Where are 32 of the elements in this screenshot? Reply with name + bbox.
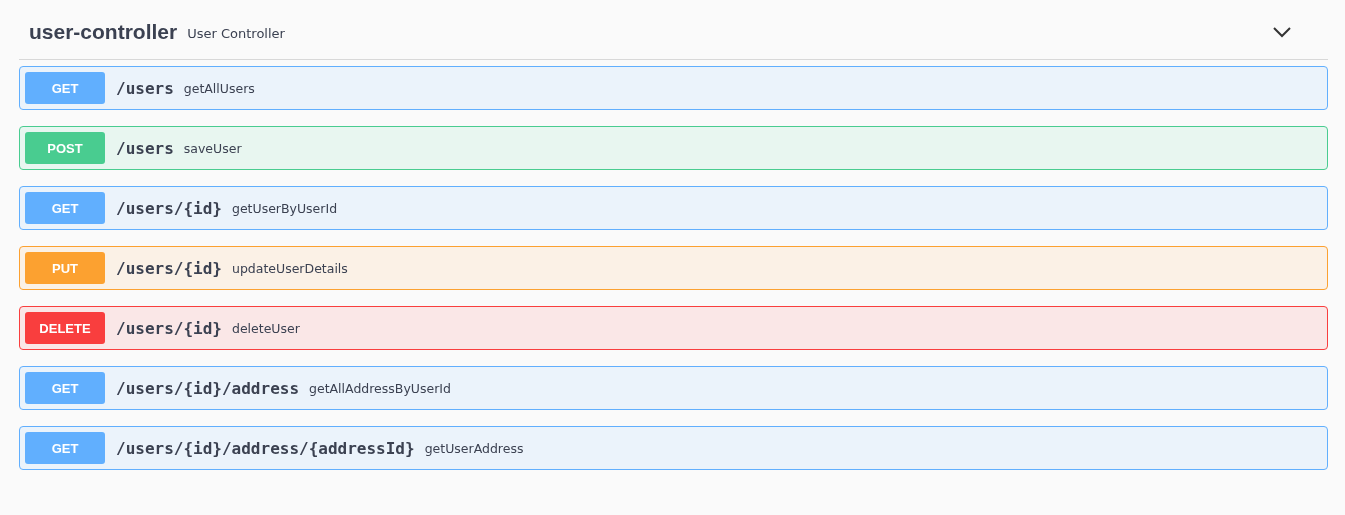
method-badge: PUT [25,252,105,284]
operation-summary: getUserAddress [424,440,524,456]
operation-row[interactable]: PUT /users/{id} updateUserDetails [19,246,1328,290]
operation-summary: getUserByUserId [231,200,338,216]
operation-summary: getAllUsers [183,80,255,96]
operation-row[interactable]: GET /users/{id}/address/{addressId} getUserAddress [19,426,1328,470]
operation-row[interactable]: GET /users/{id} getUserByUserId [19,186,1328,230]
operation-row[interactable]: POST /users saveUser [19,126,1328,170]
method-badge: POST [25,132,105,164]
operation-row[interactable]: GET /users/{id}/address getAllAddressByUserId [19,366,1328,410]
operation-summary: updateUserDetails [231,260,348,276]
endpoint-path: /users [116,78,174,98]
method-badge: DELETE [25,312,105,344]
tag-description: User Controller [187,25,285,41]
endpoint-path: /users/{id}/address/{addressId} [116,438,415,458]
operation-summary: saveUser [183,140,242,156]
chevron-icon[interactable] [1272,25,1292,38]
operation-row[interactable]: GET /users getAllUsers [19,66,1328,110]
endpoint-path: /users/{id}/address [116,378,300,398]
tag-header[interactable]: user-controller User Controller [19,0,1328,60]
method-badge: GET [25,72,105,104]
endpoint-path: /users [116,138,174,158]
method-badge: GET [25,432,105,464]
operation-summary: getAllAddressByUserId [309,380,451,396]
tag-name: user-controller [29,19,178,44]
method-badge: GET [25,192,105,224]
endpoint-path: /users/{id} [116,318,222,338]
method-badge: GET [25,372,105,404]
operation-summary: deleteUser [231,320,300,336]
endpoint-path: /users/{id} [116,258,222,278]
endpoint-path: /users/{id} [116,198,222,218]
operation-row[interactable]: DELETE /users/{id} deleteUser [19,306,1328,350]
